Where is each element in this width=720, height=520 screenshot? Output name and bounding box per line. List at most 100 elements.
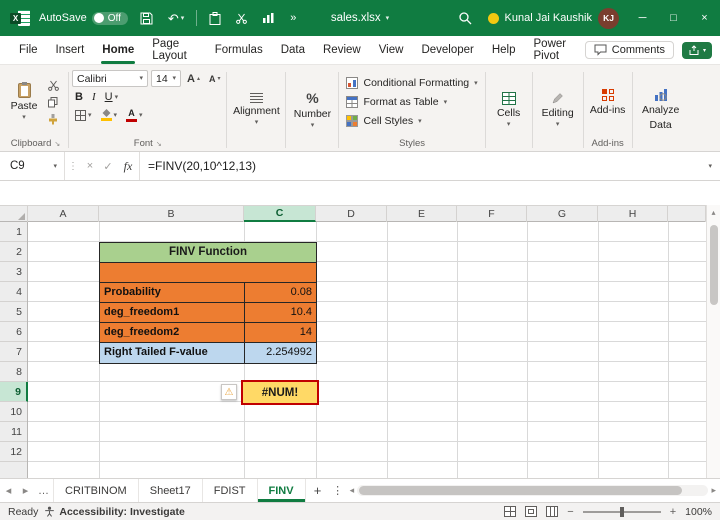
clipboard-qat-button[interactable] (206, 4, 224, 32)
tab-data[interactable]: Data (272, 36, 314, 65)
column-header-g[interactable]: G (527, 206, 598, 222)
sheet-tab-critbinom[interactable]: CRITBINOM (54, 479, 139, 502)
fill-color-button[interactable]: ▾ (98, 107, 121, 123)
table-value-cell[interactable]: 14 (245, 323, 316, 342)
copy-button[interactable] (48, 96, 59, 109)
close-button[interactable]: × (689, 0, 720, 36)
account-button[interactable]: Kunal Jai Kaushik KJ (480, 7, 627, 29)
table-value-cell[interactable]: 2.254992 (245, 343, 316, 363)
table-value-cell[interactable]: 10.4 (245, 303, 316, 322)
cut-button[interactable] (48, 79, 59, 92)
tab-review[interactable]: Review (314, 36, 370, 65)
tab-view[interactable]: View (370, 36, 413, 65)
zoom-in-button[interactable]: + (670, 506, 676, 518)
font-name-select[interactable]: Calibri ▾ (72, 70, 148, 87)
row-header-2[interactable]: 2 (0, 242, 27, 262)
underline-button[interactable]: U ▾ (102, 89, 121, 105)
italic-button[interactable]: I (89, 89, 99, 105)
new-sheet-button[interactable]: + (306, 479, 330, 502)
editing-button[interactable]: Editing ▾ (536, 68, 580, 151)
zoom-slider[interactable] (582, 506, 661, 517)
sheet-nav-left-icon[interactable]: ◂ (0, 479, 17, 502)
name-box[interactable]: C9 ▾ (0, 152, 64, 180)
qat-overflow-button[interactable]: » (287, 4, 299, 32)
row-header-6[interactable]: 6 (0, 322, 27, 342)
maximize-button[interactable]: □ (658, 0, 689, 36)
tab-home[interactable]: Home (93, 36, 143, 65)
format-painter-button[interactable] (48, 113, 59, 126)
font-color-button[interactable]: A ▾ (123, 107, 146, 123)
format-as-table-button[interactable]: Format as Table ▾ (342, 93, 481, 111)
error-options-button[interactable]: ⚠ (221, 384, 237, 400)
row-header-5[interactable]: 5 (0, 302, 27, 322)
cut-qat-button[interactable] (233, 4, 250, 32)
sheet-tab-fdist[interactable]: FDIST (203, 479, 258, 502)
clipboard-dialog-launcher[interactable]: ↘ (54, 140, 60, 148)
minimize-button[interactable]: ─ (627, 0, 658, 36)
tab-developer[interactable]: Developer (412, 36, 482, 65)
chart-qat-button[interactable] (259, 4, 278, 32)
document-title[interactable]: sales.xlsx ▾ (331, 12, 389, 24)
tab-file[interactable]: File (10, 36, 47, 65)
decrease-font-button[interactable]: A ▾ (206, 71, 224, 87)
zoom-slider-knob[interactable] (619, 506, 624, 517)
table-title-cell[interactable]: FINV Function (100, 243, 316, 263)
sheet-tab-finv[interactable]: FINV (258, 479, 306, 502)
table-label-cell[interactable]: Probability (100, 283, 245, 302)
tab-formulas[interactable]: Formulas (206, 36, 272, 65)
more-sheets-button[interactable]: … (34, 479, 54, 502)
formula-input[interactable]: =FINV(20,10^12,13) (140, 159, 700, 173)
zoom-level[interactable]: 100% (685, 506, 712, 518)
active-error-cell[interactable]: #NUM! (241, 380, 319, 405)
column-header-h[interactable]: H (598, 206, 668, 222)
row-header-3[interactable]: 3 (0, 262, 27, 282)
vertical-scroll-thumb[interactable] (710, 225, 718, 305)
borders-button[interactable]: ▾ (72, 107, 95, 123)
page-layout-view-icon[interactable] (525, 506, 538, 517)
tab-insert[interactable]: Insert (47, 36, 94, 65)
normal-view-icon[interactable] (504, 506, 517, 517)
conditional-formatting-button[interactable]: Conditional Formatting ▾ (342, 74, 481, 92)
row-header-11[interactable]: 11 (0, 422, 27, 442)
horizontal-scroll-track[interactable] (357, 485, 709, 496)
scroll-left-icon[interactable]: ◂ (350, 485, 355, 496)
horizontal-scroll-thumb[interactable] (359, 486, 683, 495)
zoom-out-button[interactable]: − (567, 506, 573, 518)
paste-button[interactable]: Paste ▾ (6, 68, 42, 136)
row-header-10[interactable]: 10 (0, 402, 27, 422)
search-button[interactable] (450, 11, 480, 25)
tab-splitter-icon[interactable]: ⋮ (330, 479, 346, 502)
column-header-e[interactable]: E (387, 206, 457, 222)
column-header-f[interactable]: F (457, 206, 527, 222)
comments-button[interactable]: Comments (584, 41, 674, 59)
table-value-cell[interactable]: 0.08 (245, 283, 316, 302)
horizontal-scrollbar[interactable]: ◂ ▸ (346, 479, 720, 502)
font-size-select[interactable]: 14 ▾ (151, 70, 181, 87)
row-header-1[interactable]: 1 (0, 222, 27, 242)
column-header-partial[interactable] (668, 206, 706, 222)
accessibility-status[interactable]: Accessibility: Investigate (44, 506, 185, 518)
row-header-4[interactable]: 4 (0, 282, 27, 302)
sheet-tab-sheet17[interactable]: Sheet17 (139, 479, 203, 502)
table-empty-row[interactable] (100, 263, 316, 283)
table-label-cell[interactable]: deg_freedom2 (100, 323, 245, 342)
enter-button[interactable]: ✓ (99, 160, 117, 173)
increase-font-button[interactable]: A ▴ (184, 71, 203, 87)
vertical-scrollbar[interactable]: ▴ (706, 205, 720, 478)
table-label-cell[interactable]: Right Tailed F-value (100, 343, 245, 363)
font-dialog-launcher[interactable]: ↘ (156, 140, 162, 148)
sheet-nav-right-icon[interactable]: ▸ (17, 479, 34, 502)
tab-help[interactable]: Help (483, 36, 525, 65)
tab-page-layout[interactable]: Page Layout (143, 36, 206, 65)
row-header-7[interactable]: 7 (0, 342, 27, 362)
select-all-corner[interactable] (0, 206, 28, 222)
tab-power-pivot[interactable]: Power Pivot (525, 36, 585, 65)
column-header-a[interactable]: A (28, 206, 99, 222)
scroll-right-icon[interactable]: ▸ (711, 485, 716, 496)
column-header-c[interactable]: C (244, 206, 316, 222)
undo-button[interactable]: ↶ ▾ (165, 4, 187, 32)
alignment-button[interactable]: Alignment ▾ (230, 68, 282, 151)
column-header-b[interactable]: B (99, 206, 244, 222)
analyze-data-button[interactable]: Analyze Data (636, 68, 686, 151)
autosave-toggle[interactable]: AutoSave Off (39, 11, 128, 25)
